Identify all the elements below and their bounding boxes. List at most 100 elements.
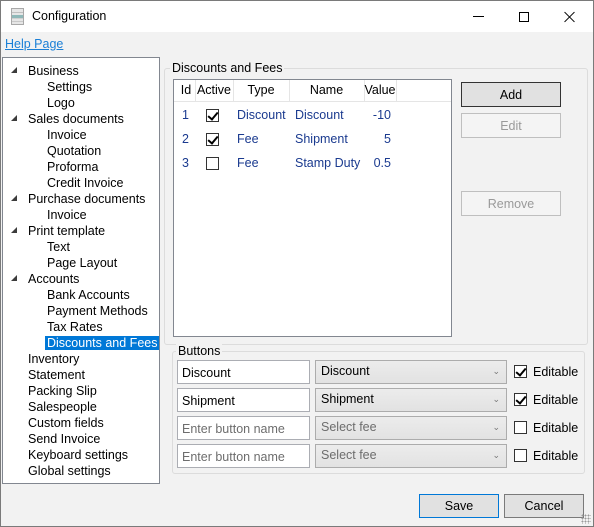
fee-select[interactable]: Shipment ⌄ [315,388,507,412]
tree-item[interactable]: Custom fields [26,415,106,431]
expand-arrow-icon[interactable] [11,195,17,201]
tree-item[interactable]: Statement [26,367,87,383]
edit-button[interactable]: Edit [461,113,561,138]
tree-item[interactable]: Logo [45,95,77,111]
expand-arrow-icon[interactable] [11,227,17,233]
tree-item[interactable]: Invoice [45,127,89,143]
tree-item[interactable]: Accounts [11,271,81,287]
cell-value: 0.5 [373,156,391,170]
tree-item-label: Invoice [47,208,87,222]
button-name-input[interactable]: Discount [177,360,310,384]
tree-item[interactable]: Keyboard settings [26,447,130,463]
tree-item-label: Logo [47,96,75,110]
editable-checkbox[interactable] [514,393,527,406]
maximize-icon [519,11,529,22]
title-bar[interactable]: Configuration [1,1,593,32]
tree-item[interactable]: Invoice [45,207,89,223]
fee-select[interactable]: Discount ⌄ [315,360,507,384]
active-checkbox[interactable] [206,109,219,122]
tree-item[interactable]: Inventory [26,351,81,367]
fee-select[interactable]: Select fee ⌄ [315,416,507,440]
cell-id: 1 [182,108,189,122]
tree-item[interactable]: Settings [45,79,94,95]
chevron-down-icon: ⌄ [492,422,500,432]
tree-item-label: Page Layout [47,256,118,270]
editable-checkbox[interactable] [514,421,527,434]
tree-item-label: Purchase documents [28,192,146,206]
tree-item-label: Send Invoice [28,432,101,446]
add-button[interactable]: Add [461,82,561,107]
tree-item[interactable]: Global settings [26,463,113,479]
cell-type: Fee [237,156,259,170]
tree-item[interactable]: Payment Methods [45,303,150,319]
tree-item[interactable]: Quotation [45,143,103,159]
discounts-fees-group-title: Discounts and Fees [170,61,285,75]
navigation-tree[interactable]: Business Settings Logo Sales documents Invoi… [2,57,160,484]
tree-item[interactable]: Print template [11,223,107,239]
editable-label[interactable]: Editable [533,393,578,407]
column-header-id[interactable]: Id [177,83,195,99]
tree-item[interactable]: Send Invoice [26,431,102,447]
tree-item-label: Statement [28,368,85,382]
tree-item[interactable]: Page Layout [45,255,119,271]
tree-item-label: Custom fields [28,416,104,430]
cell-type: Fee [237,132,259,146]
cancel-button[interactable]: Cancel [504,494,584,518]
buttons-group-title: Buttons [176,344,223,358]
save-button[interactable]: Save [419,494,499,518]
tree-item-label: Settings [47,80,93,94]
remove-button[interactable]: Remove [461,191,561,216]
column-header-value[interactable]: Value [364,83,396,99]
cell-name: Stamp Duty [295,156,361,170]
maximize-button[interactable] [501,1,547,32]
tree-item[interactable]: Bank Accounts [45,287,132,303]
active-checkbox[interactable] [206,157,219,170]
document-icon [11,8,24,25]
expand-arrow-icon[interactable] [11,115,17,121]
tree-item-label: Print template [28,224,106,238]
chevron-down-icon: ⌄ [492,394,500,404]
button-name-input[interactable]: Shipment [177,388,310,412]
tree-item-label: Business [28,64,79,78]
table-row[interactable]: 3 Fee Stamp Duty 0.5 [174,152,451,176]
button-name-input[interactable]: Enter button name [177,416,310,440]
tree-item[interactable]: Packing Slip [26,383,99,399]
expand-arrow-icon[interactable] [11,67,17,73]
cell-value: -10 [372,108,391,122]
editable-checkbox[interactable] [514,449,527,462]
table-row[interactable]: 2 Fee Shipment 5 [174,128,451,152]
tree-item-label: Inventory [28,352,80,366]
column-header-name[interactable]: Name [289,83,364,99]
editable-label[interactable]: Editable [533,449,578,463]
tree-item[interactable]: Sales documents [11,111,126,127]
fee-select[interactable]: Select fee ⌄ [315,444,507,468]
cell-id: 3 [182,156,189,170]
expand-arrow-icon[interactable] [11,275,17,281]
minimize-button[interactable] [455,1,501,32]
column-header-type[interactable]: Type [233,83,289,99]
editable-label[interactable]: Editable [533,365,578,379]
configuration-window: Configuration Help Page Business Settings… [0,0,594,527]
close-button[interactable] [547,1,593,32]
table-row[interactable]: 1 Discount Discount -10 [174,104,451,128]
tree-item[interactable]: Tax Rates [45,319,105,335]
discounts-fees-grid[interactable]: Id Active Type Name Value 1 Discount Disco… [173,79,452,337]
tree-item[interactable]: Credit Invoice [45,175,125,191]
tree-item-label: Sales documents [28,112,124,126]
active-checkbox[interactable] [206,133,219,146]
column-header-active[interactable]: Active [195,83,233,99]
editable-label[interactable]: Editable [533,421,578,435]
help-page-link[interactable]: Help Page [5,37,63,51]
tree-item[interactable]: Proforma [45,159,100,175]
tree-item[interactable]: Text [45,239,72,255]
tree-item[interactable]: Salespeople [26,399,99,415]
tree-item[interactable]: Purchase documents [11,191,147,207]
button-name-input[interactable]: Enter button name [177,444,310,468]
tree-item-label: Credit Invoice [47,176,124,190]
column-separator[interactable] [396,80,397,102]
tree-item-label: Bank Accounts [47,288,130,302]
tree-item[interactable]: Discounts and Fees [45,335,160,351]
tree-item[interactable]: Business [11,63,81,79]
editable-checkbox[interactable] [514,365,527,378]
resize-grip[interactable] [581,514,591,524]
